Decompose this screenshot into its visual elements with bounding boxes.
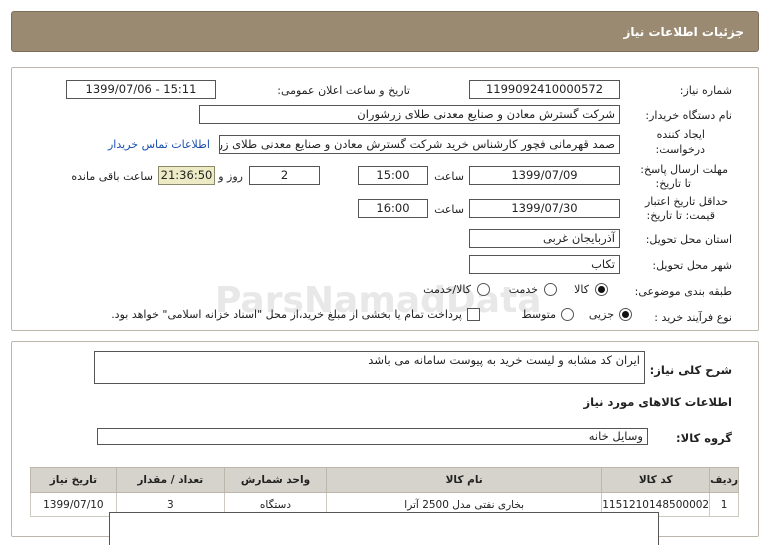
days-remaining-field: 2 (249, 166, 320, 185)
col-row-header: ردیف (709, 467, 739, 493)
page-header: جزئیات اطلاعات نیاز (11, 11, 759, 52)
remaining-time-field: 21:36:50 (158, 166, 215, 185)
validity-time-field: 16:00 (358, 199, 428, 218)
items-table-header: ردیف کد کالا نام کالا واحد شمارش تعداد /… (30, 467, 739, 493)
col-quantity-header: تعداد / مقدار (115, 467, 225, 493)
category-option-goods: کالا (574, 283, 589, 296)
description-field: ایران کد مشابه و لیست خرید به پیوست ساما… (94, 351, 645, 384)
province-label: استان محل تحویل: (645, 233, 732, 246)
validity-label-line1: حداقل تاریخ اعتبار (644, 195, 728, 208)
need-number-field: 1199092410000572 (469, 80, 620, 99)
buyer-field: شرکت گسترش معادن و صنایع معدنی طلای زرشو… (199, 105, 620, 124)
creator-label-line1: ایجاد کننده (656, 128, 705, 141)
validity-time-label: ساعت (434, 203, 464, 216)
creator-label-line2: درخواست: (655, 143, 705, 156)
days-label: روز و (218, 170, 243, 183)
category-radio-goods-service[interactable] (477, 283, 490, 296)
deadline-date-field: 1399/07/09 (469, 166, 620, 185)
items-table-wrapper: ردیف کد کالا نام کالا واحد شمارش تعداد /… (30, 467, 739, 517)
attachment-box (109, 512, 659, 545)
category-radio-service[interactable] (544, 283, 557, 296)
process-option-medium: متوسط (521, 308, 556, 321)
treasury-payment-note: پرداخت تمام یا بخشی از مبلغ خرید،از محل … (111, 308, 462, 321)
city-label: شهر محل تحویل: (652, 259, 732, 272)
category-label: طبقه بندی موضوعی: (634, 285, 732, 298)
category-option-goods-service: کالا/خدمت (423, 283, 471, 296)
col-name-header: نام کالا (326, 467, 603, 493)
col-code-header: کد کالا (601, 467, 711, 493)
process-radio-minor[interactable] (619, 308, 632, 321)
announce-label: تاریخ و ساعت اعلان عمومی: (277, 84, 410, 97)
description-label: شرح کلی نیاز: (649, 363, 732, 377)
description-text: ایران کد مشابه و لیست خرید به پیوست ساما… (368, 353, 640, 367)
cell-row: 1 (709, 492, 739, 517)
need-number-label: شماره نیاز: (679, 84, 732, 97)
remaining-time-label: ساعت باقی مانده (71, 170, 153, 183)
creator-field: صمد قهرمانی فچور کارشناس خرید شرکت گسترش… (219, 135, 620, 154)
category-radio-goods[interactable] (595, 283, 608, 296)
goods-section-title: اطلاعات کالاهای مورد نیاز (583, 395, 732, 409)
process-radio-medium[interactable] (561, 308, 574, 321)
process-label: نوع فرآیند خرید : (654, 311, 732, 324)
validity-date-field: 1399/07/30 (469, 199, 620, 218)
validity-label-line2: قیمت: تا تاریخ: (646, 209, 715, 222)
col-date-header: تاریخ نیاز (30, 467, 117, 493)
deadline-time-label: ساعت (434, 170, 464, 183)
deadline-time-field: 15:00 (358, 166, 428, 185)
category-option-service: خدمت (508, 283, 538, 296)
buyer-label: نام دستگاه خریدار: (645, 109, 732, 122)
col-unit-header: واحد شمارش (223, 467, 328, 493)
process-option-minor: جزیی (588, 308, 614, 321)
deadline-label-line2: تا تاریخ: (655, 177, 691, 190)
treasury-payment-checkbox[interactable] (467, 308, 480, 321)
deadline-label-line1: مهلت ارسال پاسخ: (640, 163, 728, 176)
announce-field: 1399/07/06 - 15:11 (66, 80, 216, 99)
goods-group-label: گروه کالا: (676, 431, 732, 445)
buyer-contact-link[interactable]: اطلاعات تماس خریدار (108, 138, 210, 151)
items-table: ردیف کد کالا نام کالا واحد شمارش تعداد /… (30, 467, 739, 517)
cell-date: 1399/07/10 (30, 492, 117, 517)
goods-group-field: وسایل خانه (97, 428, 648, 445)
page-title: جزئیات اطلاعات نیاز (623, 25, 744, 39)
province-field: آذربایجان غربی (469, 229, 620, 248)
city-field: تکاب (469, 255, 620, 274)
